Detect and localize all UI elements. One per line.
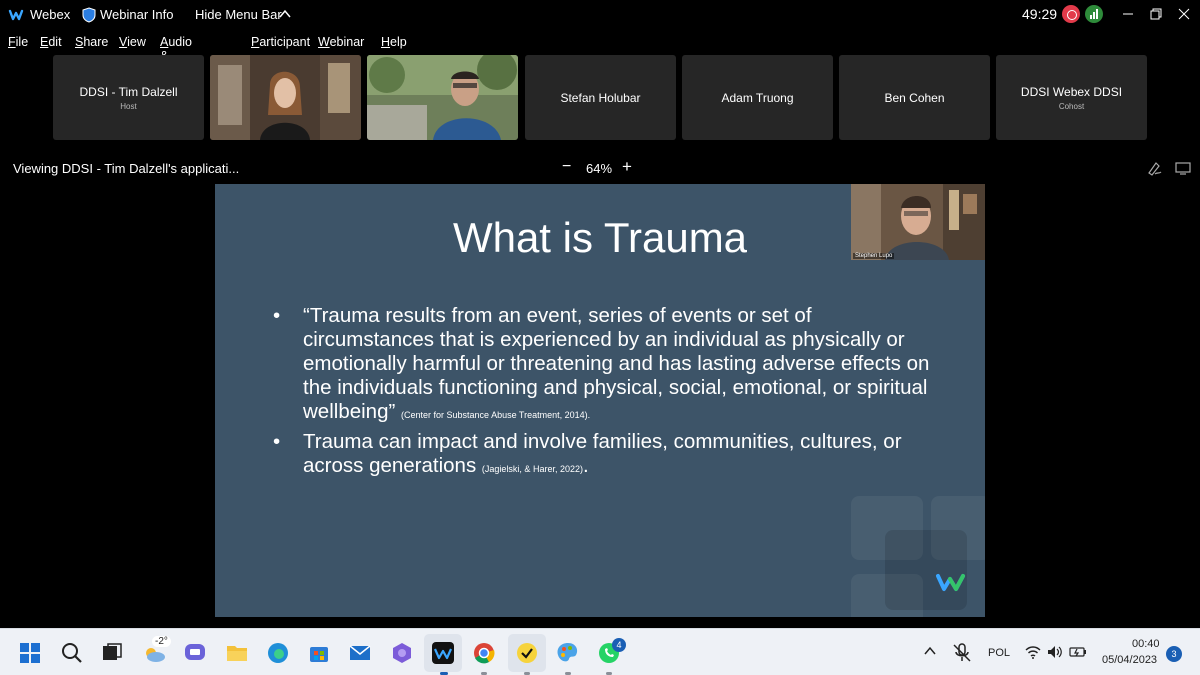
participant-name: Stefan Holubar <box>560 90 641 105</box>
presenter-video <box>851 184 985 260</box>
bullet-citation: (Jagielski, & Harer, 2022) <box>481 464 583 474</box>
slide-bullet: Trauma can impact and involve families, … <box>273 430 933 478</box>
participant-tile[interactable]: Adam Truong <box>682 55 833 140</box>
presenter-camera: Stephen Lupo <box>851 184 985 260</box>
slide-bullet: “Trauma results from an event, series of… <box>273 304 933 424</box>
norton-icon[interactable] <box>515 641 539 665</box>
restore-icon[interactable] <box>1146 4 1166 24</box>
participant-name: Ben Cohen <box>884 90 945 105</box>
app-title: Webex <box>30 7 71 22</box>
menu-help[interactable]: Help <box>381 35 407 49</box>
search-icon[interactable] <box>60 641 84 665</box>
network-stats-icon[interactable] <box>1085 5 1103 23</box>
participant-tile[interactable]: Stefan Holubar <box>525 55 676 140</box>
chrome-icon[interactable] <box>472 641 496 665</box>
clock-time[interactable]: 00:40 <box>1132 638 1160 650</box>
menu-participant[interactable]: Participant <box>251 35 310 49</box>
clock-date[interactable]: 05/04/2023 <box>1102 654 1157 666</box>
participant-video-tile[interactable] <box>210 55 361 140</box>
participant-role: Host <box>120 101 137 111</box>
participant-name: DDSI Webex DDSI <box>1020 84 1123 99</box>
annotate-icon[interactable] <box>1146 160 1162 176</box>
paint-icon[interactable] <box>556 641 580 665</box>
store-icon[interactable] <box>307 641 331 665</box>
screen-share-options-icon[interactable] <box>1175 160 1191 176</box>
hide-menu-bar-button[interactable]: Hide Menu Bar <box>195 7 282 22</box>
viewing-label: Viewing DDSI - Tim Dalzell's applicati..… <box>13 161 240 176</box>
menu-share[interactable]: Share <box>75 35 108 49</box>
wifi-icon[interactable] <box>1024 643 1042 661</box>
input-language[interactable]: POL <box>988 647 1010 659</box>
participant-video <box>367 55 518 140</box>
meeting-timer: 49:29 <box>1022 6 1058 22</box>
presenter-name: Stephen Lupo <box>853 253 895 259</box>
participant-video-tile[interactable] <box>367 55 518 140</box>
bullet-text: “Trauma results from an event, series of… <box>303 304 930 423</box>
participant-video <box>210 55 361 140</box>
webex-app-icon[interactable] <box>431 641 455 665</box>
bullet-period: . <box>582 454 589 477</box>
participant-role: Cohost <box>1058 101 1085 111</box>
slide-bullet-list: “Trauma results from an event, series of… <box>273 304 933 484</box>
zoom-level[interactable]: 64% <box>586 161 612 176</box>
shield-icon[interactable] <box>82 7 96 23</box>
menu-webinar[interactable]: Webinar <box>318 35 364 49</box>
task-view-icon[interactable] <box>100 641 124 665</box>
notification-badge: 4 <box>612 638 626 652</box>
webex-logo-icon <box>8 9 24 21</box>
zoom-in-button[interactable]: + <box>622 157 632 177</box>
mail-icon[interactable] <box>348 641 372 665</box>
taskbar: 4 POL 00:40 05/04/2023 3 <box>0 628 1200 675</box>
webinar-info-button[interactable]: Webinar Info <box>100 7 173 22</box>
file-explorer-icon[interactable] <box>225 641 249 665</box>
volume-icon[interactable] <box>1046 643 1064 661</box>
close-icon[interactable] <box>1174 4 1194 24</box>
copilot-icon[interactable] <box>390 641 414 665</box>
edge-browser-icon[interactable] <box>266 641 290 665</box>
participant-name: Adam Truong <box>721 90 794 105</box>
mic-muted-icon[interactable] <box>950 641 974 665</box>
shared-slide: What is Trauma “Trauma results from an e… <box>215 184 985 617</box>
webex-logo-icon <box>936 574 965 591</box>
recording-icon[interactable] <box>1062 5 1080 23</box>
participant-tile[interactable]: Ben Cohen <box>839 55 990 140</box>
participant-tile[interactable]: DDSI Webex DDSI Cohost <box>996 55 1147 140</box>
minimize-icon[interactable] <box>1118 4 1138 24</box>
participant-name: DDSI - Tim Dalzell <box>79 84 178 99</box>
menu-view[interactable]: View <box>119 35 146 49</box>
chevron-up-icon[interactable] <box>278 8 292 20</box>
title-bar: Webex Webinar Info Hide Menu Bar 49:29 <box>0 0 1200 30</box>
participant-tile[interactable]: DDSI - Tim Dalzell Host <box>53 55 204 140</box>
chat-icon[interactable] <box>183 641 207 665</box>
menu-file[interactable]: File <box>8 35 28 49</box>
weather-temperature: -2° <box>152 636 171 647</box>
bullet-text: Trauma can impact and involve families, … <box>303 430 902 477</box>
notification-center-badge[interactable]: 3 <box>1166 646 1182 662</box>
bullet-citation: (Center for Substance Abuse Treatment, 2… <box>401 410 591 420</box>
chevron-up-icon[interactable] <box>922 643 938 659</box>
battery-icon[interactable] <box>1068 643 1088 661</box>
zoom-out-button[interactable]: − <box>562 158 571 176</box>
menu-edit[interactable]: Edit <box>40 35 62 49</box>
windows-start-icon[interactable] <box>18 641 42 665</box>
